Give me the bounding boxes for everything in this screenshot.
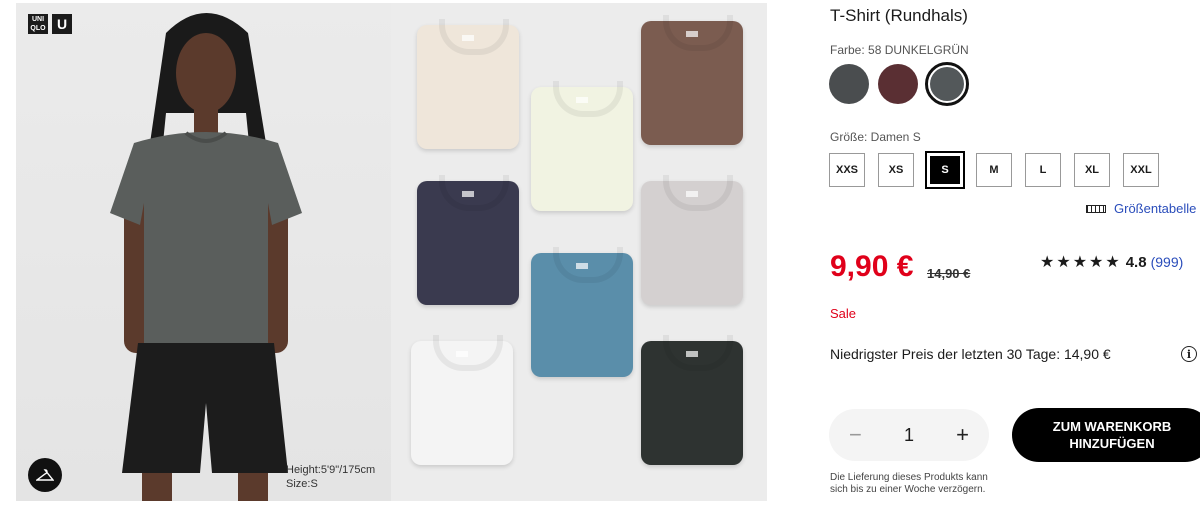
rating-value: 4.8 [1125,253,1147,271]
lowest-price-note: Niedrigster Preis der letzten 30 Tage: 1… [830,346,1111,362]
quantity-value: 1 [903,424,914,445]
shirt-white [411,335,513,465]
shirt-navy [417,175,519,305]
model-illustration [110,13,302,501]
model-height: Height:5'9"/175cm [286,464,376,476]
color-swatch-dark-green[interactable] [925,62,969,106]
size-guide-label: Größentabelle [1114,201,1197,216]
shirt-lightgray [641,175,743,305]
size-s[interactable]: S [925,151,965,189]
size-label: Größe: Damen S [830,130,921,144]
star-icons: ★★★★★ [1040,254,1122,271]
model-info: Height:5'9"/175cm Size:S [286,463,375,491]
shirt-blue [531,247,633,377]
add-to-cart-label-2: HINZUFÜGEN [1069,436,1155,451]
add-to-cart-label-1: ZUM WARENKORB [1052,419,1172,434]
u-logo: U [52,14,72,34]
size-l[interactable]: L [1025,153,1061,187]
current-price: 9,90 € [830,250,914,283]
product-image-colors[interactable] [391,3,767,501]
ruler-icon [1086,204,1106,213]
size-xs[interactable]: XS [878,153,914,187]
uniqlo-logo: UNI QLO [28,14,48,34]
delivery-note: Die Lieferung dieses Produkts kann sich … [830,472,988,495]
size-guide-link[interactable]: Größentabelle [1086,201,1196,216]
original-price: 14,90 € [927,266,971,281]
color-label: Farbe: 58 DUNKELGRÜN [830,43,969,57]
plus-icon[interactable]: + [956,422,969,448]
shirt-cream [417,19,519,149]
add-to-cart-button[interactable]: ZUM WARENKORB HINZUFÜGEN [1012,408,1200,462]
size-xxl[interactable]: XXL [1123,153,1159,187]
review-count[interactable]: (999) [1151,254,1184,270]
size-xxs[interactable]: XXS [829,153,865,187]
size-xl[interactable]: XL [1074,153,1110,187]
shirt-brown [641,15,743,145]
color-swatch-charcoal[interactable] [829,64,869,104]
info-icon[interactable]: i [1181,346,1197,362]
rating[interactable]: ★★★★★ 4.8 (999) [1040,252,1183,272]
product-title: T-Shirt (Rundhals) [830,6,968,25]
shirt-offwhite [531,81,633,211]
shirt-darkgreen [641,335,743,465]
quantity-stepper: − 1 + [829,409,989,461]
size-m[interactable]: M [976,153,1012,187]
product-image-model[interactable] [16,3,392,501]
color-swatch-wine[interactable] [878,64,918,104]
brand-logo: UNI QLO U [28,14,72,34]
sale-badge: Sale [830,306,857,321]
hanger-icon[interactable] [28,458,62,492]
minus-icon[interactable]: − [849,422,862,448]
model-size: Size:S [286,478,318,490]
